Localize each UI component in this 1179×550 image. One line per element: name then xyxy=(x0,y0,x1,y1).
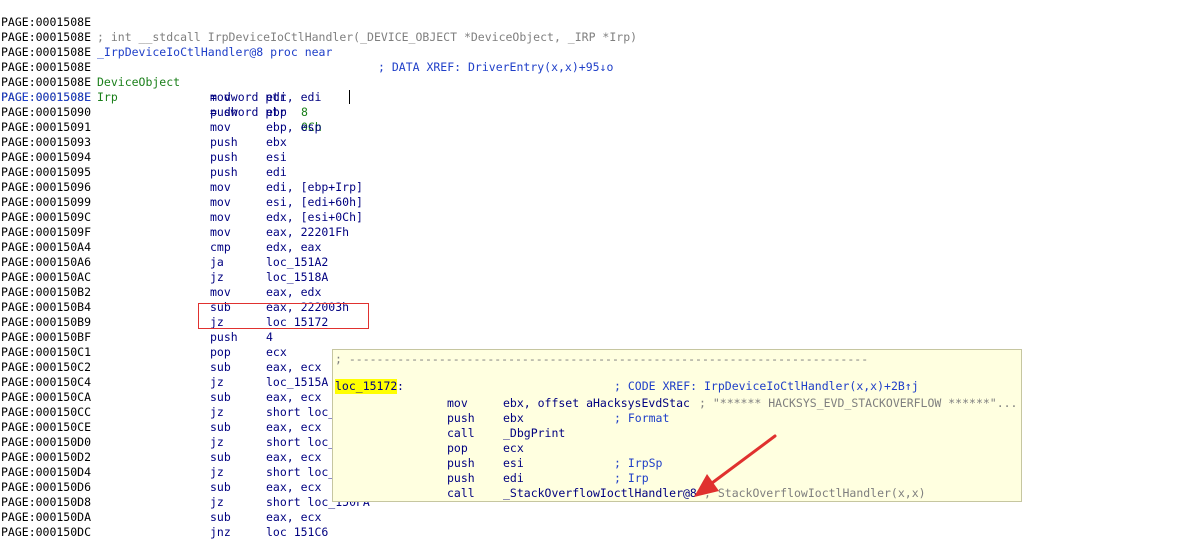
red-arrow-annotation xyxy=(694,434,777,497)
